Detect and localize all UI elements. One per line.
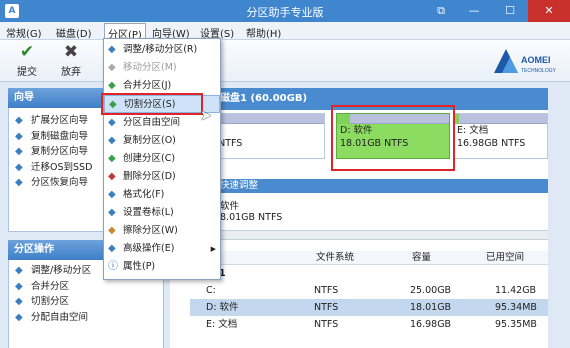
resize-icon: ◆ bbox=[108, 44, 116, 55]
toolbar: ✔ 提交 ✖ 放弃 AOMEI TECHNOLOGY bbox=[0, 40, 570, 82]
allocate-icon: ◆ bbox=[15, 311, 23, 323]
commit-label: 提交 bbox=[17, 67, 37, 78]
partition-table: 文件系统 容量 已用空间 磁盘1 C: NTFS 25.00GB 11.42GB… bbox=[190, 251, 552, 348]
wizard-icon: ◆ bbox=[15, 130, 23, 142]
restore-button[interactable]: ⧉ bbox=[426, 0, 456, 22]
table-row[interactable]: E: 文档 NTFS 16.98GB 95.35MB bbox=[190, 316, 552, 333]
wipe-icon: ◆ bbox=[108, 225, 116, 236]
wizard-icon: ◆ bbox=[15, 161, 23, 173]
quick-adjust-scrollbar[interactable] bbox=[190, 230, 555, 240]
discard-label: 放弃 bbox=[61, 67, 81, 78]
menu-item-delete[interactable]: ◆ 删除分区(D) bbox=[104, 168, 220, 186]
menu-item-move: ◆ 移动分区(M) bbox=[104, 59, 220, 77]
wizard-icon: ◆ bbox=[15, 177, 23, 188]
partition-e-size: 16.98GB NTFS bbox=[457, 138, 526, 149]
op-item-merge[interactable]: ◆ 合并分区 bbox=[9, 279, 163, 295]
discard-button[interactable]: ✖ 放弃 bbox=[54, 43, 88, 78]
partition-e-name: E: 文档 bbox=[457, 125, 489, 136]
mouse-cursor-icon: ➤ bbox=[200, 108, 212, 124]
menu-item-wipe[interactable]: ◆ 擦除分区(W) bbox=[104, 222, 220, 240]
resize-icon: ◆ bbox=[15, 265, 23, 276]
submenu-arrow-icon: ▶ bbox=[210, 245, 216, 253]
copy-icon: ◆ bbox=[108, 135, 116, 146]
close-button[interactable]: ✕ bbox=[528, 0, 570, 22]
logo-brand: AOMEI bbox=[521, 55, 551, 65]
merge-icon: ◆ bbox=[15, 280, 23, 292]
table-row[interactable]: D: 软件 NTFS 18.01GB 95.34MB bbox=[190, 299, 552, 316]
menu-item-format[interactable]: ◆ 格式化(F) bbox=[104, 186, 220, 204]
col-used[interactable]: 已用空间 bbox=[486, 251, 524, 265]
menu-item-label[interactable]: ◆ 设置卷标(L) bbox=[104, 204, 220, 222]
free-space-icon: ◆ bbox=[108, 117, 116, 128]
highlight-box-split-item bbox=[101, 93, 203, 115]
wizard-icon: ◆ bbox=[15, 146, 23, 157]
format-icon: ◆ bbox=[108, 189, 116, 200]
menu-item-copy[interactable]: ◆ 复制分区(O) bbox=[104, 132, 220, 150]
delete-icon: ◆ bbox=[108, 171, 116, 182]
menu-item-properties[interactable]: ⓘ 属性(P) bbox=[104, 258, 220, 276]
maximize-button[interactable]: ☐ bbox=[492, 0, 528, 22]
commit-button[interactable]: ✔ 提交 bbox=[10, 43, 44, 78]
quick-adjust-title: 快速调整 bbox=[170, 179, 570, 193]
check-icon: ✔ bbox=[19, 42, 35, 62]
op-item-allocate[interactable]: ◆ 分配自由空间 bbox=[9, 310, 163, 326]
menu-item-resize-move[interactable]: ◆ 调整/移动分区(R) bbox=[104, 41, 220, 59]
op-item-split[interactable]: ◆ 切割分区 bbox=[9, 294, 163, 310]
split-icon: ◆ bbox=[15, 296, 23, 307]
x-icon: ✖ bbox=[63, 42, 79, 62]
title-bar: A 分区助手专业版 ⧉ — ☐ ✕ bbox=[0, 0, 570, 22]
menu-item-advanced[interactable]: ◆ 高级操作(E) ▶ bbox=[104, 240, 220, 258]
quick-partition-size: 8.01GB NTFS bbox=[220, 212, 283, 223]
wizard-icon: ◆ bbox=[15, 115, 23, 126]
menu-disk[interactable]: 磁盘(D) bbox=[56, 25, 92, 40]
label-icon: ◆ bbox=[108, 207, 116, 218]
menu-partition[interactable]: 分区(P) bbox=[104, 23, 146, 41]
partition-e[interactable]: E: 文档 16.98GB NTFS bbox=[453, 113, 548, 159]
main-panel: 磁盘1 (60.00GB) 25.00GB NTFS D: 软件 18.01GB… bbox=[170, 88, 570, 348]
create-icon: ◆ bbox=[108, 153, 116, 164]
aomei-logo: AOMEI TECHNOLOGY bbox=[494, 49, 557, 74]
quick-partition-name: 软件 bbox=[220, 201, 240, 212]
menu-general[interactable]: 常规(G) bbox=[6, 25, 42, 40]
app-window: A 分区助手专业版 ⧉ — ☐ ✕ 常规(G) 磁盘(D) 分区(P) 向导(W… bbox=[0, 0, 570, 348]
table-row[interactable]: C: NTFS 25.00GB 11.42GB bbox=[190, 282, 552, 299]
col-capacity[interactable]: 容量 bbox=[412, 251, 431, 265]
advanced-icon: ◆ bbox=[108, 243, 116, 254]
highlight-box-partition-d bbox=[331, 105, 455, 171]
info-icon: ⓘ bbox=[108, 261, 118, 272]
logo-tagline: TECHNOLOGY bbox=[521, 68, 557, 74]
table-header: 文件系统 容量 已用空间 bbox=[190, 251, 552, 265]
col-filesystem[interactable]: 文件系统 bbox=[316, 251, 354, 265]
right-edge bbox=[548, 88, 570, 348]
menu-item-create[interactable]: ◆ 创建分区(C) bbox=[104, 150, 220, 168]
minimize-button[interactable]: — bbox=[456, 0, 492, 22]
table-group-disk1: 磁盘1 bbox=[190, 265, 552, 282]
menu-bar: 常规(G) 磁盘(D) 分区(P) 向导(W) 设置(S) 帮助(H) bbox=[0, 22, 570, 41]
move-icon: ◆ bbox=[108, 62, 116, 73]
menu-help[interactable]: 帮助(H) bbox=[246, 25, 281, 40]
partition-menu-dropdown: ◆ 调整/移动分区(R) ◆ 移动分区(M) ◆ 合并分区(J) ◆ 切割分区(S) ◆… bbox=[103, 38, 221, 280]
partition-e-bar bbox=[454, 114, 547, 124]
